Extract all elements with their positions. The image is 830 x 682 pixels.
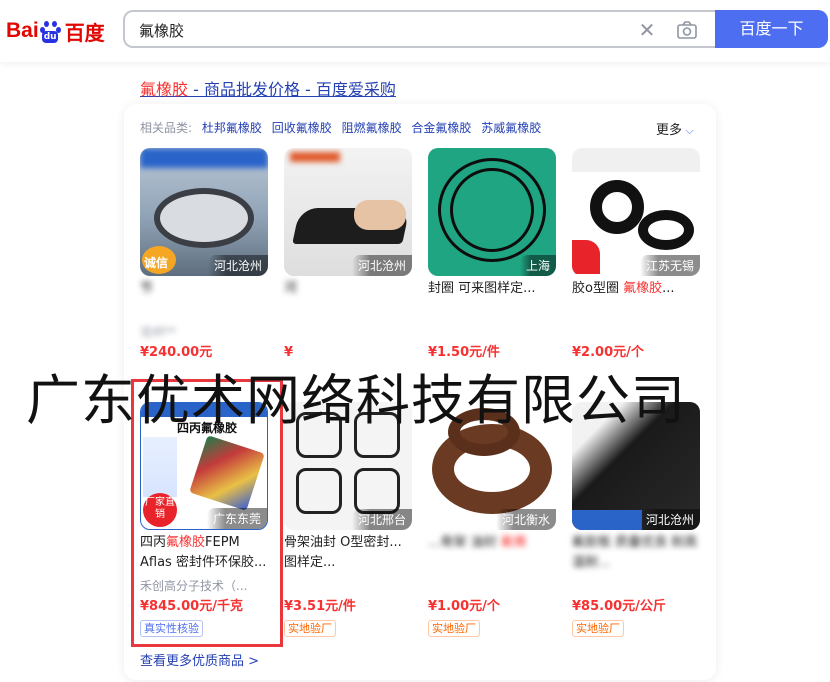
product-title[interactable]: ...骨架 油封 氟橡: [428, 533, 556, 573]
search-box: ✕: [123, 10, 716, 48]
more-label: 更多: [656, 123, 683, 138]
product-title[interactable]: 河: [284, 279, 412, 319]
logo-bai: Bai: [6, 19, 39, 42]
company-name: [572, 323, 700, 341]
related-label: 相关品类:: [140, 121, 193, 135]
product-title-keyword: 氟橡胶: [623, 281, 663, 296]
company-name: [428, 577, 556, 595]
ad-title-link[interactable]: 氟橡胶 - 商品批发价格 - 百度爱采购: [140, 76, 396, 100]
product-title[interactable]: 胶o型圈 氟橡胶...: [572, 279, 700, 319]
baidu-logo[interactable]: Bai du 百度: [6, 14, 105, 48]
location-tag: 河北沧州: [207, 255, 268, 276]
search-button[interactable]: 百度一下: [715, 10, 828, 48]
product-price: ¥3.51元/件: [284, 599, 356, 614]
product-image[interactable]: 诚信 河北沧州: [140, 148, 268, 276]
company-name: [572, 577, 700, 595]
camera-icon[interactable]: [675, 18, 699, 42]
search-input[interactable]: [139, 18, 619, 42]
product-title-keyword: 氟橡: [500, 535, 527, 550]
more-button[interactable]: 更多 ⌵: [656, 119, 694, 138]
product-item[interactable]: 河北邢台 骨架油封 O型密封...图样定... ¥3.51元/件 实地验厂: [284, 402, 412, 637]
see-more-link[interactable]: 查看更多优质商品 >: [140, 650, 259, 669]
location-tag: 上海: [519, 255, 556, 276]
location-tag: 江苏无锡: [639, 255, 700, 276]
header: Bai du 百度 ✕ 百度一下: [0, 0, 830, 62]
product-image[interactable]: 上海: [428, 148, 556, 276]
logo-du: du: [41, 31, 58, 43]
location-tag: 河北沧州: [639, 509, 700, 530]
ad-title-text: - 商品批发价格 - 百度爱采购: [188, 80, 396, 99]
product-price: ¥1.00元/个: [428, 599, 500, 614]
watermark-text: 广东优术网络科技有限公司: [26, 369, 686, 432]
ad-title-keyword: 氟橡胶: [140, 80, 189, 99]
product-title[interactable]: 节: [140, 279, 268, 319]
related-item[interactable]: 杜邦氟橡胶: [202, 121, 262, 135]
factory-badge: 实地验厂: [428, 620, 480, 637]
product-item[interactable]: 河北沧州 氟胶板 质量优良 耐高温耐... ¥85.00元/公斤 实地验厂: [572, 402, 700, 637]
company-name: [284, 323, 412, 341]
related-item[interactable]: 回收氟橡胶: [272, 121, 332, 135]
product-item[interactable]: 上海 封圈 可来图样定... ¥1.50元/件: [428, 148, 556, 362]
company-name: [428, 323, 556, 341]
factory-badge: 实地验厂: [572, 620, 624, 637]
clear-icon[interactable]: ✕: [635, 18, 659, 42]
product-item[interactable]: 河北衡水 ...骨架 油封 氟橡 ¥1.00元/个 实地验厂: [428, 402, 556, 637]
related-categories: 相关品类: 杜邦氟橡胶 回收氟橡胶 阻燃氟橡胶 合金氟橡胶 苏威氟橡胶: [140, 119, 541, 136]
related-item[interactable]: 合金氟橡胶: [411, 121, 471, 135]
product-image[interactable]: 江苏无锡: [572, 148, 700, 276]
location-tag: 河北沧州: [351, 255, 412, 276]
product-item[interactable]: 河北沧州 河 ¥: [284, 148, 412, 362]
product-image[interactable]: 河北沧州: [284, 148, 412, 276]
factory-badge: 实地验厂: [284, 620, 336, 637]
product-title[interactable]: 骨架油封 O型密封...图样定...: [284, 533, 412, 573]
product-title[interactable]: 氟胶板 质量优良 耐高温耐...: [572, 533, 700, 573]
related-item[interactable]: 苏威氟橡胶: [481, 121, 541, 135]
product-title[interactable]: 封圈 可来图样定...: [428, 279, 556, 319]
product-price: ¥85.00元/公斤: [572, 599, 666, 614]
chevron-down-icon: ⌵: [682, 124, 694, 137]
product-title-text: ...骨架 油封: [428, 535, 497, 550]
logo-baidu-cn: 百度: [64, 20, 105, 45]
product-item[interactable]: 诚信 河北沧州 节 沧州** ¥240.00元: [140, 148, 268, 362]
company-name: 沧州**: [140, 325, 177, 339]
location-tag: 河北邢台: [351, 509, 412, 530]
paw-icon: du: [39, 19, 62, 43]
related-item[interactable]: 阻燃氟橡胶: [342, 121, 402, 135]
company-name: [284, 577, 412, 595]
location-tag: 河北衡水: [495, 509, 556, 530]
product-item[interactable]: 江苏无锡 胶o型圈 氟橡胶... ¥2.00元/个: [572, 148, 700, 362]
